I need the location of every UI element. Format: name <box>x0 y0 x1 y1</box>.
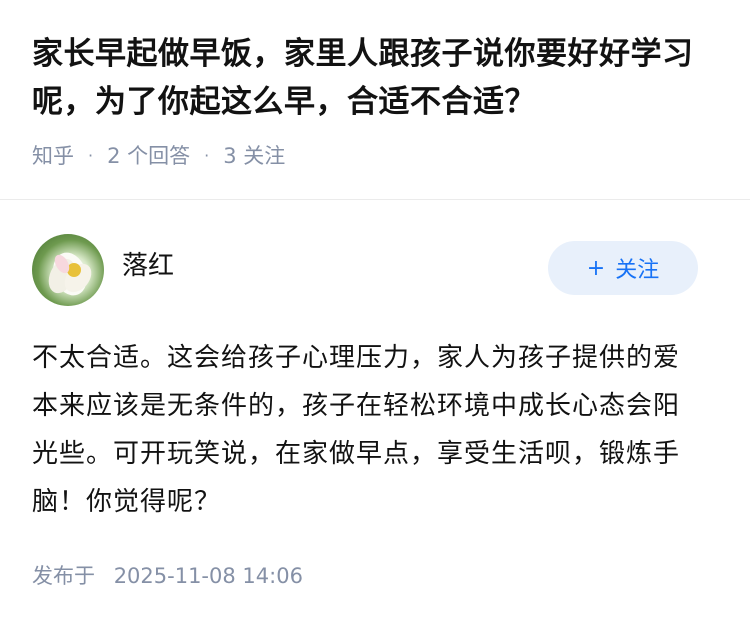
follow-button[interactable]: + 关注 <box>548 241 698 295</box>
question-header: 家长早起做早饭，家里人跟孩子说你要好好学习呢，为了你起这么早，合适不合适？ 知乎… <box>0 0 750 171</box>
follow-label: 关注 <box>615 258 660 283</box>
answers-count[interactable]: 2 个回答 <box>107 140 190 170</box>
author-name[interactable]: 落红 <box>122 245 174 282</box>
question-meta: 知乎 · 2 个回答 · 3 关注 <box>32 140 718 170</box>
avatar[interactable] <box>32 234 104 306</box>
publish-info: 发布于 2025-11-08 14:06 <box>32 560 718 590</box>
lotus-flower-icon <box>48 252 92 296</box>
followers-count[interactable]: 3 关注 <box>223 140 285 170</box>
answer-card: 落红 + 关注 不太合适。这会给孩子心理压力，家人为孩子提供的爱本来应该是无条件… <box>0 232 750 590</box>
published-label: 发布于 <box>32 564 95 588</box>
separator-dot: · <box>88 145 94 165</box>
published-time: 2025-11-08 14:06 <box>113 564 303 588</box>
author-row: 落红 + 关注 <box>32 232 718 308</box>
source-label[interactable]: 知乎 <box>32 140 74 170</box>
question-title[interactable]: 家长早起做早饭，家里人跟孩子说你要好好学习呢，为了你起这么早，合适不合适？ <box>32 30 718 126</box>
separator-dot: · <box>204 145 210 165</box>
answer-content: 不太合适。这会给孩子心理压力，家人为孩子提供的爱本来应该是无条件的，孩子在轻松环… <box>32 343 681 517</box>
plus-icon: + <box>586 255 606 281</box>
divider <box>0 199 750 200</box>
